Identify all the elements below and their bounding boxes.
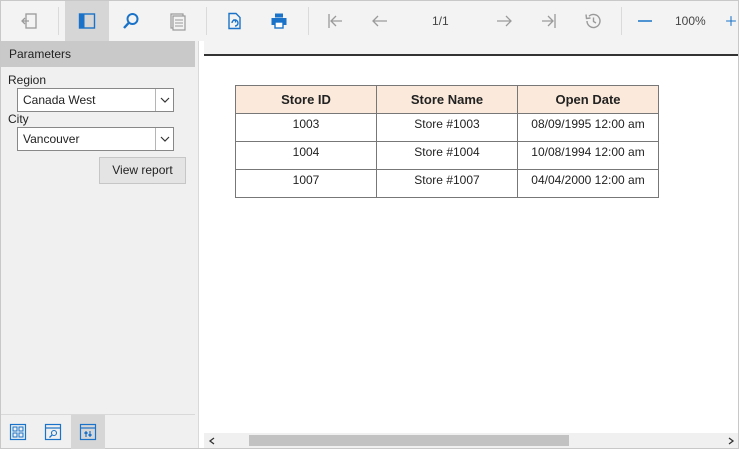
chevron-left-icon (208, 436, 214, 445)
table-row: 1007 Store #1007 04/04/2000 12:00 am (235, 169, 659, 198)
cell-store-name: Store #1003 (376, 113, 518, 142)
search-icon (123, 13, 139, 29)
column-header: Store Name (376, 85, 518, 114)
sidebar-icon (78, 13, 96, 29)
chevron-down-icon[interactable] (155, 89, 173, 111)
previous-page-button[interactable] (358, 1, 402, 41)
toolbar-separator (206, 7, 207, 35)
arrow-left-icon (372, 15, 387, 27)
arrow-right-icon (497, 15, 512, 27)
export-button[interactable] (212, 1, 256, 41)
page-indicator[interactable]: 1/1 (432, 1, 449, 41)
column-header: Open Date (517, 85, 659, 114)
tab-document-map[interactable] (1, 415, 35, 449)
cell-store-name: Store #1004 (376, 141, 518, 170)
page-view-button[interactable] (155, 1, 199, 41)
parameters-header: Parameters (1, 41, 195, 67)
minus-icon (638, 20, 652, 22)
city-select-value: Vancouver (23, 132, 80, 146)
zoom-level[interactable]: 100% (675, 1, 706, 41)
city-select[interactable]: Vancouver (17, 127, 174, 151)
table-row: 1004 Store #1004 10/08/1994 12:00 am (235, 141, 659, 170)
search-panel-icon (44, 423, 62, 441)
zoom-in-button[interactable] (716, 1, 738, 41)
scrollbar-thumb[interactable] (249, 435, 569, 446)
horizontal-scrollbar[interactable] (204, 433, 738, 448)
cell-store-id: 1004 (235, 141, 377, 170)
cell-store-name: Store #1007 (376, 169, 518, 198)
parameters-panel: Parameters Region Canada West City Vanco… (1, 41, 199, 449)
tab-search[interactable] (36, 415, 70, 449)
print-button[interactable] (257, 1, 301, 41)
back-to-parent-icon (21, 13, 37, 29)
cell-open-date: 10/08/1994 12:00 am (517, 141, 659, 170)
chevron-down-icon[interactable] (155, 128, 173, 150)
toolbar-separator (58, 7, 59, 35)
last-page-icon (542, 14, 556, 28)
printer-icon (271, 13, 287, 29)
scroll-right-button[interactable] (723, 433, 738, 448)
pages-icon (170, 13, 186, 31)
last-page-button[interactable] (527, 1, 571, 41)
panel-tabs (1, 414, 195, 449)
toolbar-separator (308, 7, 309, 35)
export-icon (228, 12, 241, 30)
first-page-button[interactable] (313, 1, 357, 41)
search-button[interactable] (109, 1, 153, 41)
grid-icon (9, 423, 27, 441)
stores-table: Store ID Store Name Open Date 1003 Store… (235, 85, 659, 198)
parameters-icon (79, 423, 97, 441)
back-to-parent-button[interactable] (7, 1, 51, 41)
table-row: 1003 Store #1003 08/09/1995 12:00 am (235, 113, 659, 142)
table-header-row: Store ID Store Name Open Date (235, 85, 659, 114)
cell-open-date: 08/09/1995 12:00 am (517, 113, 659, 142)
report-top-margin (204, 41, 738, 54)
first-page-icon (328, 14, 342, 28)
zoom-out-button[interactable] (623, 1, 667, 41)
report-page-border (204, 54, 738, 56)
scroll-left-button[interactable] (204, 433, 219, 448)
toolbar-separator (621, 7, 622, 35)
region-label: Region (8, 73, 47, 87)
history-button[interactable] (571, 1, 615, 41)
cell-open-date: 04/04/2000 12:00 am (517, 169, 659, 198)
city-label: City (8, 112, 29, 126)
toggle-sidebar-button[interactable] (65, 1, 109, 41)
view-report-button[interactable]: View report (99, 157, 186, 184)
report-page: Store ID Store Name Open Date 1003 Store… (204, 41, 738, 448)
tab-parameters[interactable] (71, 415, 105, 449)
region-select[interactable]: Canada West (17, 88, 174, 112)
column-header: Store ID (235, 85, 377, 114)
region-select-value: Canada West (23, 93, 96, 107)
cell-store-id: 1003 (235, 113, 377, 142)
cell-store-id: 1007 (235, 169, 377, 198)
toolbar: 1/1 100% (1, 1, 738, 41)
plus-icon (726, 16, 736, 26)
next-page-button[interactable] (482, 1, 526, 41)
chevron-right-icon (728, 436, 734, 445)
history-icon (585, 13, 601, 29)
